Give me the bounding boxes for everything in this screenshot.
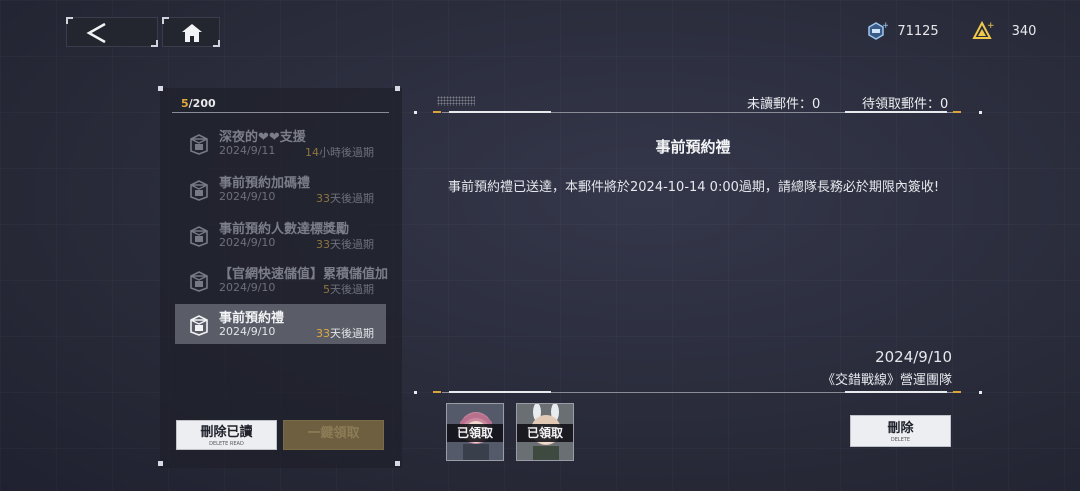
mail-list-item[interactable]: 事前預約加碼禮 2024/9/10 33天後過期 (175, 169, 386, 209)
mail-sign-date: 2024/9/10 (875, 348, 952, 366)
mail-box-icon (190, 134, 208, 155)
line-dot (979, 391, 982, 394)
top-divider-highlight (845, 111, 947, 113)
mail-list-item[interactable]: 事前預約人數達標獎勵 2024/9/10 33天後過期 (175, 215, 386, 255)
gems-value: 71125 (897, 23, 939, 39)
delete-read-button[interactable]: 刪除已讀 DELETE READ (176, 420, 277, 450)
line-tick (433, 391, 441, 393)
mail-list-item[interactable]: 事前預約禮 2024/9/10 33天後過期 (175, 304, 386, 344)
dotted-decoration (437, 96, 475, 106)
mail-item-title: 事前預約人數達標獎勵 (219, 222, 350, 237)
currency-stamina[interactable]: + 340 (972, 18, 1054, 44)
gem-plus-icon: + (868, 21, 888, 40)
mail-item-expiry: 33天後過期 (316, 327, 374, 340)
mail-item-date: 2024/9/10 (219, 190, 276, 203)
mail-item-title: 事前預約禮 (219, 311, 285, 326)
panel-corner (158, 86, 163, 91)
line-tick (433, 111, 441, 113)
bottom-divider-highlight (845, 391, 947, 393)
mail-count: 5/200 (181, 97, 216, 110)
claim-all-button[interactable]: 一鍵領取 (283, 420, 384, 450)
mail-item-date: 2024/9/11 (219, 144, 276, 157)
mail-item-expiry: 14小時後過期 (305, 146, 374, 159)
delete-button[interactable]: 刪除 DELETE (850, 415, 951, 447)
panel-corner (158, 461, 163, 466)
mail-box-icon (190, 226, 208, 247)
mail-box-icon (190, 271, 208, 292)
mail-body: 事前預約禮已送達，本郵件將於2024-10-14 0:00過期，請總隊長務必於期… (448, 180, 940, 195)
chevron-left-icon (86, 22, 106, 44)
panel-corner (395, 461, 400, 466)
mail-item-date: 2024/9/10 (219, 281, 276, 294)
home-icon (182, 24, 202, 42)
unread-count: 未讀郵件：0 (747, 97, 821, 112)
currency-gems[interactable]: + 71125 (866, 18, 948, 44)
line-dot (414, 111, 417, 114)
svg-text:+: + (987, 21, 994, 31)
bottom-divider-highlight (449, 391, 551, 393)
mail-item-title: 事前預約加碼禮 (219, 176, 311, 191)
mail-box-icon (190, 180, 208, 201)
reward-status: 已領取 (447, 424, 503, 442)
stamina-plus-icon: + (972, 20, 994, 39)
mail-item-title: 【官網快速儲值】累積儲值加 (219, 267, 389, 282)
mail-box-icon (190, 315, 208, 336)
line-tick (953, 391, 961, 393)
mail-item-expiry: 33天後過期 (316, 238, 374, 251)
mail-item-date: 2024/9/10 (219, 236, 276, 249)
mail-item-expiry: 33天後過期 (316, 192, 374, 205)
home-button[interactable] (162, 17, 220, 47)
mail-list-item[interactable]: 深夜的❤❤支援 2024/9/11 14小時後過期 (175, 123, 386, 163)
mail-sign-team: 《交錯戰線》營運團隊 (821, 373, 952, 388)
unclaimed-count: 待領取郵件：0 (862, 97, 949, 112)
reward-item[interactable]: 已領取 (446, 403, 504, 461)
mail-item-date: 2024/9/10 (219, 325, 276, 338)
panel-corner (395, 86, 400, 91)
divider (172, 112, 389, 113)
mail-title: 事前預約禮 (655, 138, 731, 156)
stamina-value: 340 (1011, 23, 1037, 39)
line-tick (953, 111, 961, 113)
back-button[interactable] (66, 17, 158, 47)
reward-item[interactable]: 已領取 (516, 403, 574, 461)
reward-status: 已領取 (517, 424, 573, 442)
mail-list-item[interactable]: 【官網快速儲值】累積儲值加 2024/9/10 5天後過期 (175, 260, 389, 300)
mail-item-title: 深夜的❤❤支援 (219, 130, 306, 145)
mail-item-expiry: 5天後過期 (323, 283, 374, 296)
top-divider-highlight (449, 111, 551, 113)
line-dot (979, 111, 982, 114)
line-dot (414, 391, 417, 394)
